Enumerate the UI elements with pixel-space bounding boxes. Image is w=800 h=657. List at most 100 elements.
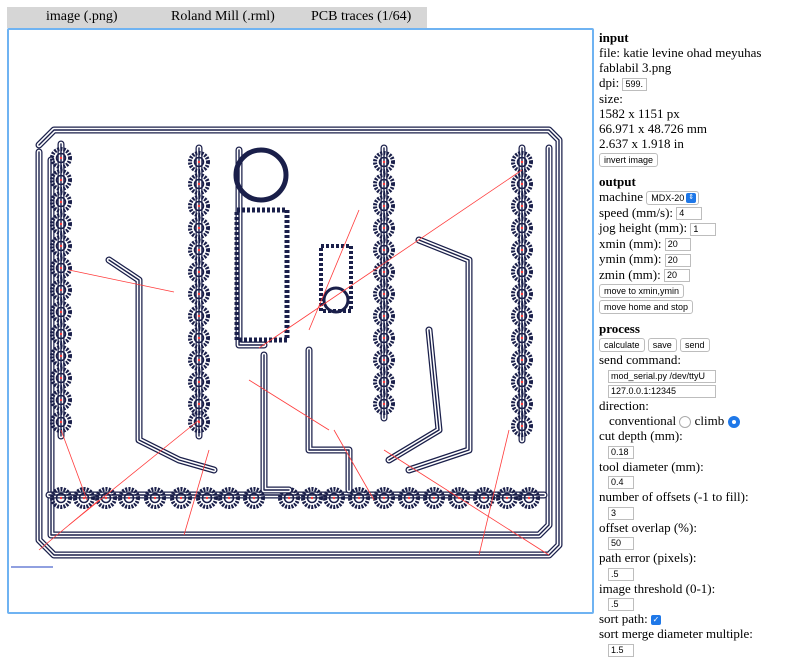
board-outline-trace [35,126,563,559]
pad-center-62 [332,496,336,500]
pad-center-60 [287,496,291,500]
travel-move-5 [333,429,375,501]
pad-center-70 [527,496,531,500]
pad-center-18 [197,270,201,274]
crystal-ring [233,147,289,203]
move-home-stop-button[interactable]: move home and stop [599,300,694,315]
travel-move-0 [68,269,175,293]
ymin-label: ymin (mm): [599,251,662,267]
pad-center-50 [520,424,524,428]
pad-center-49 [520,402,524,406]
mid-trace-b-gap [261,352,292,493]
pad-center-15 [197,204,201,208]
conventional-radio[interactable] [679,416,692,429]
send-button[interactable]: send [680,338,710,353]
save-button[interactable]: save [647,338,677,353]
sort-path-label: sort path: [599,611,648,627]
tab-pcb-traces[interactable]: PCB traces (1/64) [311,9,411,25]
size-label: size: [599,90,623,106]
sort-merge-label: sort merge diameter multiple: [599,626,753,642]
mid-trace-a-inner [238,149,265,346]
pad-center-27 [382,182,386,186]
pad-center-31 [382,270,386,274]
dpi-input[interactable]: 599. [622,77,648,91]
tool-diameter-input[interactable]: 0.4 [608,476,634,490]
pad-center-4 [59,244,63,248]
inner-frame-trace-gap [48,145,552,538]
offsets-label: number of offsets (-1 to fill): [599,489,749,505]
travel-move-3 [258,169,523,349]
sort-merge-input[interactable]: 1.5 [608,643,634,657]
cut-depth-input[interactable]: 0.18 [608,445,634,459]
conventional-label: conventional [609,413,677,429]
pad-center-32 [382,292,386,296]
path-error-label: path error (pixels): [599,550,697,566]
pad-center-29 [382,226,386,230]
pad-center-57 [205,496,209,500]
machine-select[interactable]: MDX-20 ⇕ [646,190,700,205]
xmin-input[interactable]: 20 [664,238,691,252]
pad-center-55 [153,496,157,500]
pad-center-66 [432,496,436,500]
climb-label: climb [694,413,725,429]
pad-center-5 [59,266,63,270]
toolpath-canvas[interactable] [7,28,594,614]
pad-center-54 [127,496,131,500]
control-panel: input file: katie levine ohad meyuhas fa… [599,30,799,657]
tool-diameter-label: tool diameter (mm): [599,458,704,474]
inner-frame-trace-inner [50,147,550,536]
overlap-input[interactable]: 50 [608,537,634,551]
mid-trace-a-gap [236,147,267,348]
tab-roland-mill[interactable]: Roland Mill (.rml) [171,9,275,25]
pad-center-48 [520,380,524,384]
pad-center-7 [59,310,63,314]
direction-label: direction: [599,398,649,414]
offsets-input[interactable]: 3 [608,506,634,520]
threshold-input[interactable]: .5 [608,598,634,612]
size-px: 1582 x 1151 px [599,105,680,121]
send-command-label: send command: [599,352,681,368]
small-chip-pad [322,286,350,314]
pad-center-63 [357,496,361,500]
pad-center-59 [252,496,256,500]
invert-image-button[interactable]: invert image [599,152,659,167]
output-section-title: output [599,173,636,189]
speed-input[interactable]: 4 [676,207,703,221]
move-to-xmin-ymin-button[interactable]: move to xmin,ymin [599,284,685,299]
pad-center-10 [59,376,63,380]
pad-center-13 [197,160,201,164]
tab-image-png[interactable]: image (.png) [46,9,118,25]
ymin-input[interactable]: 20 [664,253,691,267]
pad-center-14 [197,182,201,186]
pad-center-20 [197,314,201,318]
size-in: 2.637 x 1.918 in [599,135,684,151]
pad-center-33 [382,314,386,318]
pad-center-43 [520,270,524,274]
sort-path-checkbox[interactable]: ✓ [651,615,661,626]
pad-center-40 [520,204,524,208]
file-name-cont: fablabil 3.png [599,60,672,75]
xmin-label: xmin (mm): [599,235,662,251]
pad-center-0 [59,156,63,160]
jog-height-input[interactable]: 1 [690,222,717,236]
calculate-button[interactable]: calculate [599,338,645,353]
send-command-input[interactable]: mod_serial.py /dev/ttyU [608,369,716,383]
input-section-title: input [599,30,629,45]
path-error-input[interactable]: .5 [608,567,634,581]
climb-radio[interactable] [727,416,740,429]
mid-trace-b-inner [263,354,290,491]
pad-center-41 [520,226,524,230]
file-label: file: [599,45,620,60]
pad-center-16 [197,226,201,230]
pad-center-3 [59,222,63,226]
pad-center-6 [59,288,63,292]
pad-center-69 [505,496,509,500]
pad-center-28 [382,204,386,208]
server-input[interactable]: 127.0.0.1:12345 [608,385,716,399]
chevron-updown-icon: ⇕ [686,192,697,203]
zmin-input[interactable]: 20 [664,269,690,283]
pad-center-46 [520,336,524,340]
mid-trace-c [305,346,353,494]
tab-bar: image (.png) Roland Mill (.rml) PCB trac… [7,7,427,28]
pad-center-52 [82,496,86,500]
